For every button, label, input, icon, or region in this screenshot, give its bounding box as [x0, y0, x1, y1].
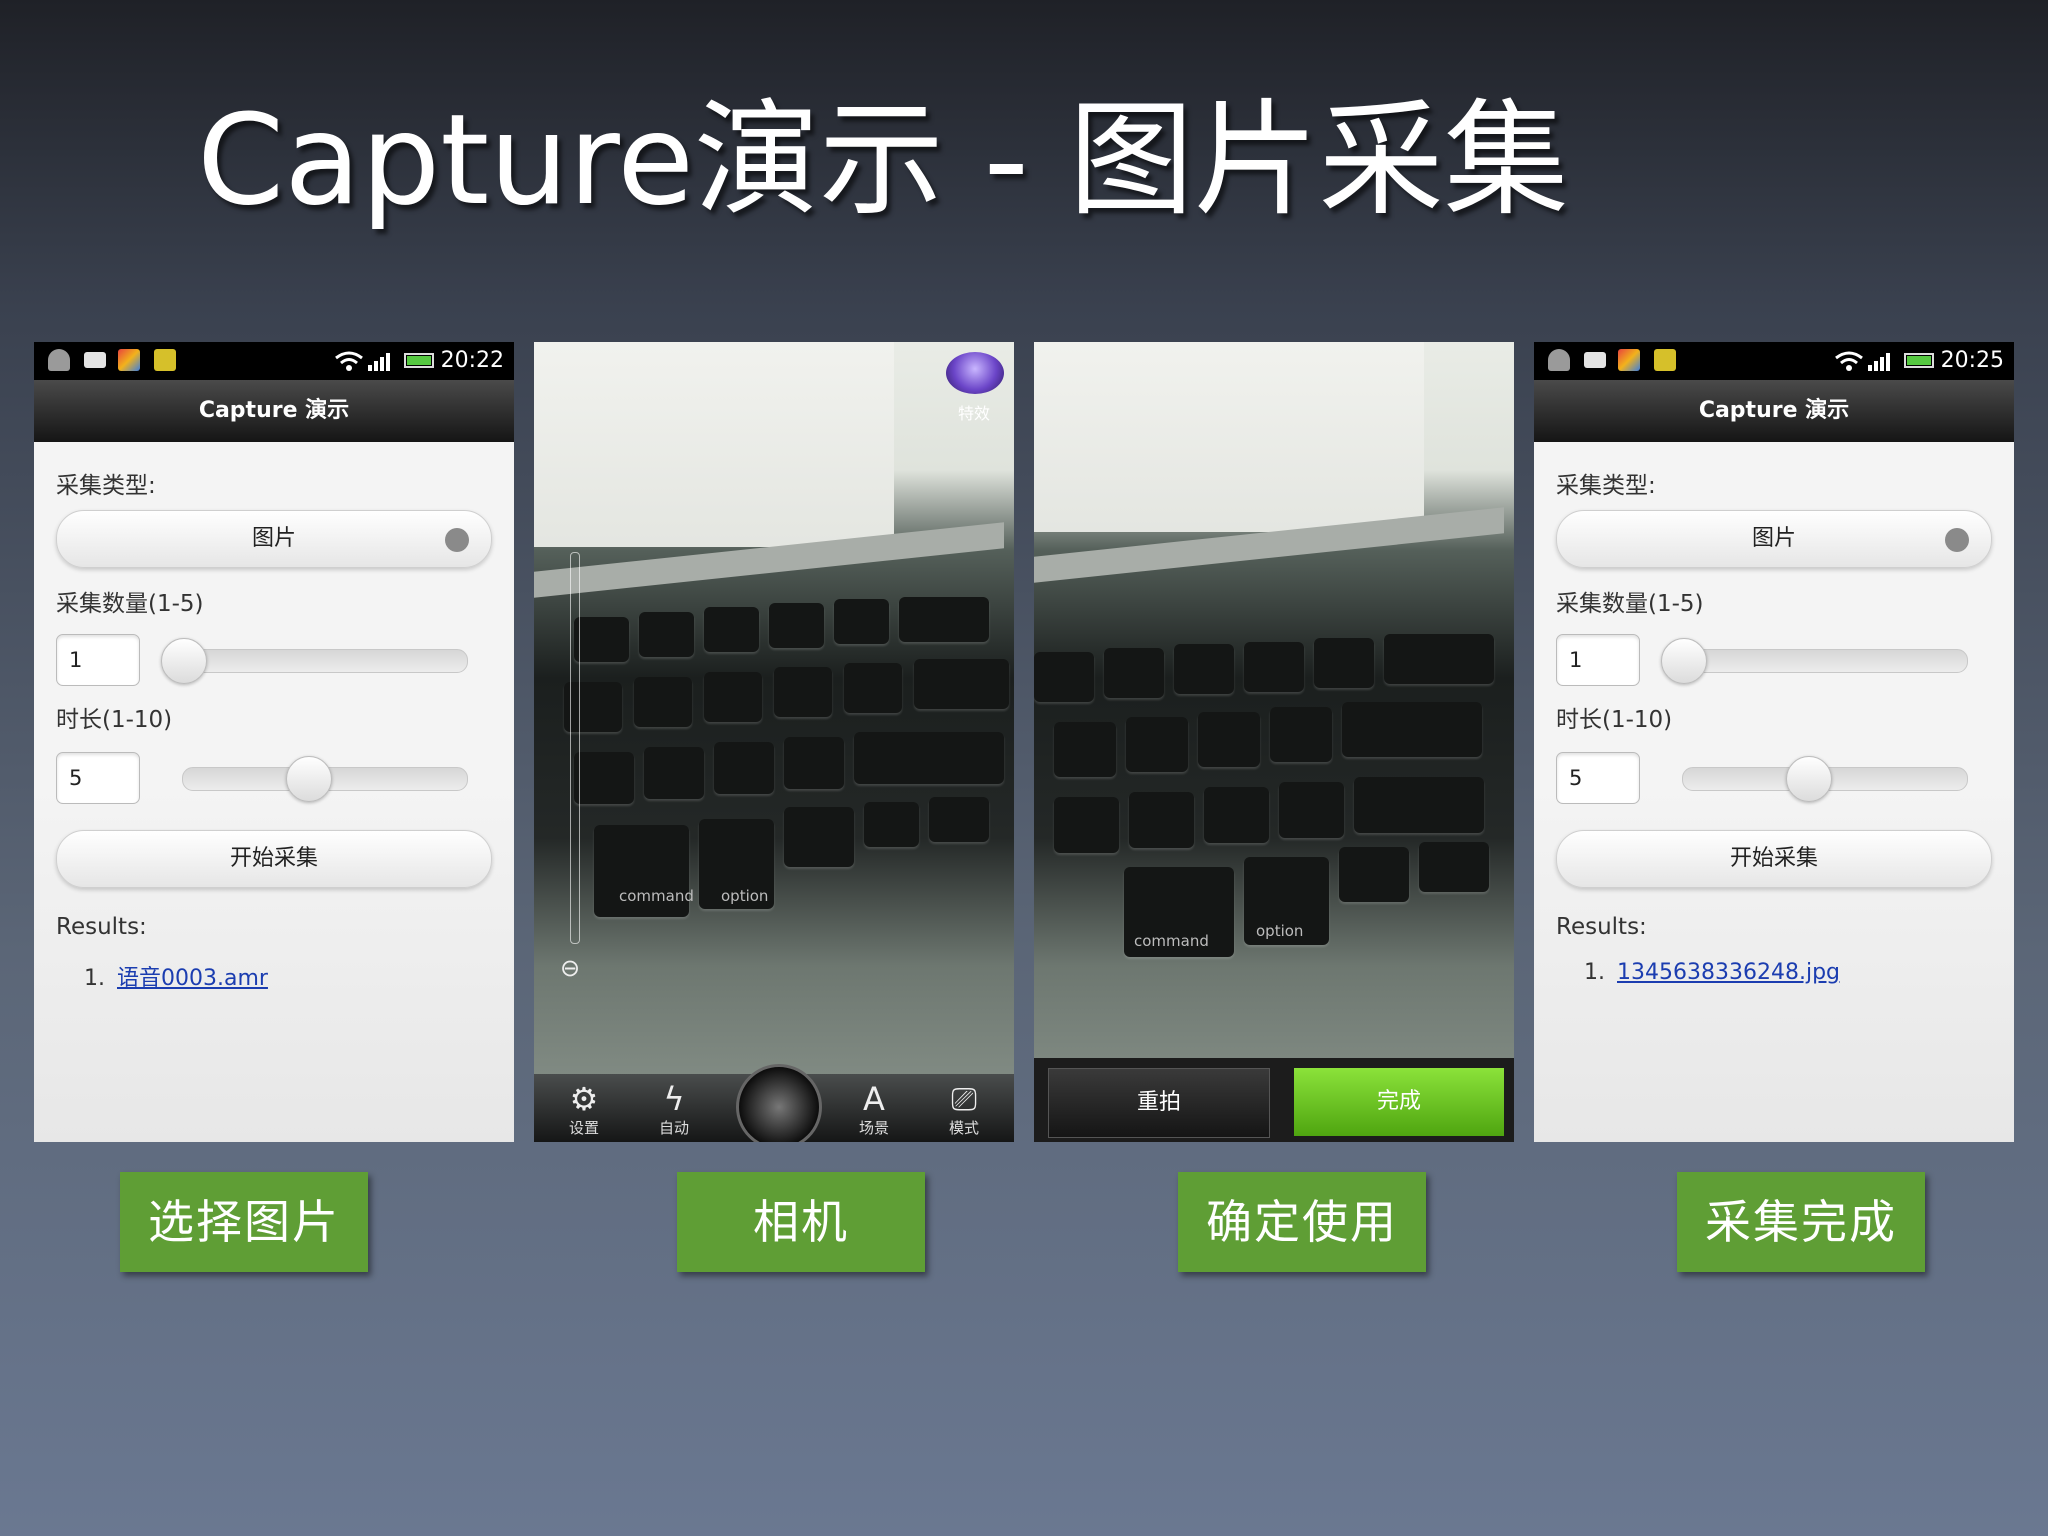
result-link[interactable]: 1345638336248.jpg — [1617, 960, 1840, 985]
viewfinder-laptop-screen — [534, 342, 894, 547]
flash-auto-button[interactable]: ϟ 自动 — [634, 1081, 714, 1138]
count-slider-handle[interactable] — [161, 638, 207, 684]
slide-title: Capture演示 - 图片采集 — [197, 88, 1569, 233]
caption-confirm: 确定使用 — [1178, 1172, 1426, 1272]
shutter-button[interactable] — [736, 1064, 822, 1142]
screen-confirm: command option 重拍 完成 — [1034, 342, 1514, 1142]
type-select[interactable]: 图片 — [1556, 510, 1992, 568]
app-notification-icon — [1618, 349, 1640, 371]
preview-laptop-screen — [1034, 342, 1424, 532]
camera-mode-icon: ⎚ — [951, 1080, 977, 1118]
effects-button[interactable] — [946, 352, 1004, 394]
confirm-toolbar: 重拍 完成 — [1034, 1058, 1514, 1142]
battery-icon — [1904, 353, 1934, 368]
wifi-icon — [335, 351, 363, 371]
duration-slider[interactable] — [1682, 756, 1968, 802]
type-select-value: 图片 — [1751, 526, 1796, 551]
duration-input[interactable]: 5 — [1556, 752, 1640, 804]
caption-complete: 采集完成 — [1677, 1172, 1925, 1272]
status-bar: 20:25 — [1534, 342, 2014, 380]
select-indicator-icon — [1945, 528, 1969, 552]
done-button[interactable]: 完成 — [1294, 1068, 1504, 1136]
duration-slider[interactable] — [182, 756, 468, 802]
signal-icon — [368, 353, 390, 371]
camera-mode-label: 模式 — [948, 1119, 979, 1137]
caption-select-image: 选择图片 — [120, 1172, 368, 1272]
results-label: Results: — [1556, 914, 1647, 940]
results-label: Results: — [56, 914, 147, 940]
screen-capture-complete: 20:25 Capture 演示 采集类型: 图片 采集数量(1-5) 1 时长… — [1534, 342, 2014, 1142]
count-slider-handle[interactable] — [1661, 638, 1707, 684]
download-icon — [1654, 349, 1676, 371]
download-icon — [154, 349, 176, 371]
result-index: 1. — [1584, 960, 1605, 985]
duration-slider-handle[interactable] — [285, 756, 332, 802]
preview-keyboard: command option — [1034, 634, 1514, 1032]
type-select-value: 图片 — [251, 526, 296, 551]
android-debug-icon — [48, 349, 70, 371]
status-bar: 20:22 — [34, 342, 514, 380]
scene-button[interactable]: A 场景 — [834, 1081, 914, 1138]
count-slider[interactable] — [161, 638, 468, 684]
wifi-icon — [1835, 351, 1863, 371]
start-capture-button[interactable]: 开始采集 — [1556, 830, 1992, 888]
count-slider[interactable] — [1661, 638, 1968, 684]
duration-input[interactable]: 5 — [56, 752, 140, 804]
duration-slider-handle[interactable] — [1785, 756, 1832, 802]
results-list: 1. 语音0003.amr — [84, 960, 268, 992]
viewfinder-keyboard: command option — [534, 597, 1014, 987]
zoom-out-icon[interactable]: ⊖ — [560, 954, 580, 982]
type-label: 采集类型: — [1556, 473, 1656, 499]
type-label: 采集类型: — [56, 473, 156, 499]
camera-mode-button[interactable]: ⎚ 模式 — [924, 1081, 1004, 1138]
result-link[interactable]: 语音0003.amr — [117, 966, 268, 991]
battery-icon — [404, 353, 434, 368]
effects-label: 特效 — [957, 404, 990, 423]
app-notification-icon — [118, 349, 140, 371]
results-list: 1. 1345638336248.jpg — [1584, 960, 1840, 985]
message-icon — [1584, 352, 1606, 368]
settings-button[interactable]: ⚙ 设置 — [544, 1081, 624, 1138]
zoom-slider[interactable] — [570, 552, 580, 944]
retake-button[interactable]: 重拍 — [1048, 1068, 1270, 1138]
gear-icon: ⚙ — [569, 1080, 599, 1118]
count-label: 采集数量(1-5) — [1556, 591, 1704, 617]
select-indicator-icon — [445, 528, 469, 552]
screen-camera: command option ⊖ 特效 ⚙ 设置 ϟ 自动 A 场景 ⎚ 模式 — [534, 342, 1014, 1142]
android-debug-icon — [1548, 349, 1570, 371]
settings-label: 设置 — [568, 1119, 599, 1137]
type-select[interactable]: 图片 — [56, 510, 492, 568]
screen-select-image: 20:22 Capture 演示 采集类型: 图片 采集数量(1-5) 1 时长… — [34, 342, 514, 1142]
duration-label: 时长(1-10) — [1556, 707, 1673, 733]
caption-camera: 相机 — [677, 1172, 925, 1272]
result-index: 1. — [84, 966, 105, 991]
signal-icon — [1868, 353, 1890, 371]
app-title: Capture 演示 — [1534, 380, 2014, 442]
status-time: 20:25 — [1940, 348, 2004, 373]
flash-auto-label: 自动 — [658, 1119, 689, 1137]
flash-auto-icon: ϟ — [663, 1080, 685, 1118]
scene-label: 场景 — [858, 1119, 889, 1137]
count-input[interactable]: 1 — [1556, 634, 1640, 686]
duration-label: 时长(1-10) — [56, 707, 173, 733]
scene-icon: A — [863, 1080, 885, 1118]
count-label: 采集数量(1-5) — [56, 591, 204, 617]
message-icon — [84, 352, 106, 368]
start-capture-button[interactable]: 开始采集 — [56, 830, 492, 888]
app-title: Capture 演示 — [34, 380, 514, 442]
status-time: 20:22 — [440, 348, 504, 373]
count-input[interactable]: 1 — [56, 634, 140, 686]
